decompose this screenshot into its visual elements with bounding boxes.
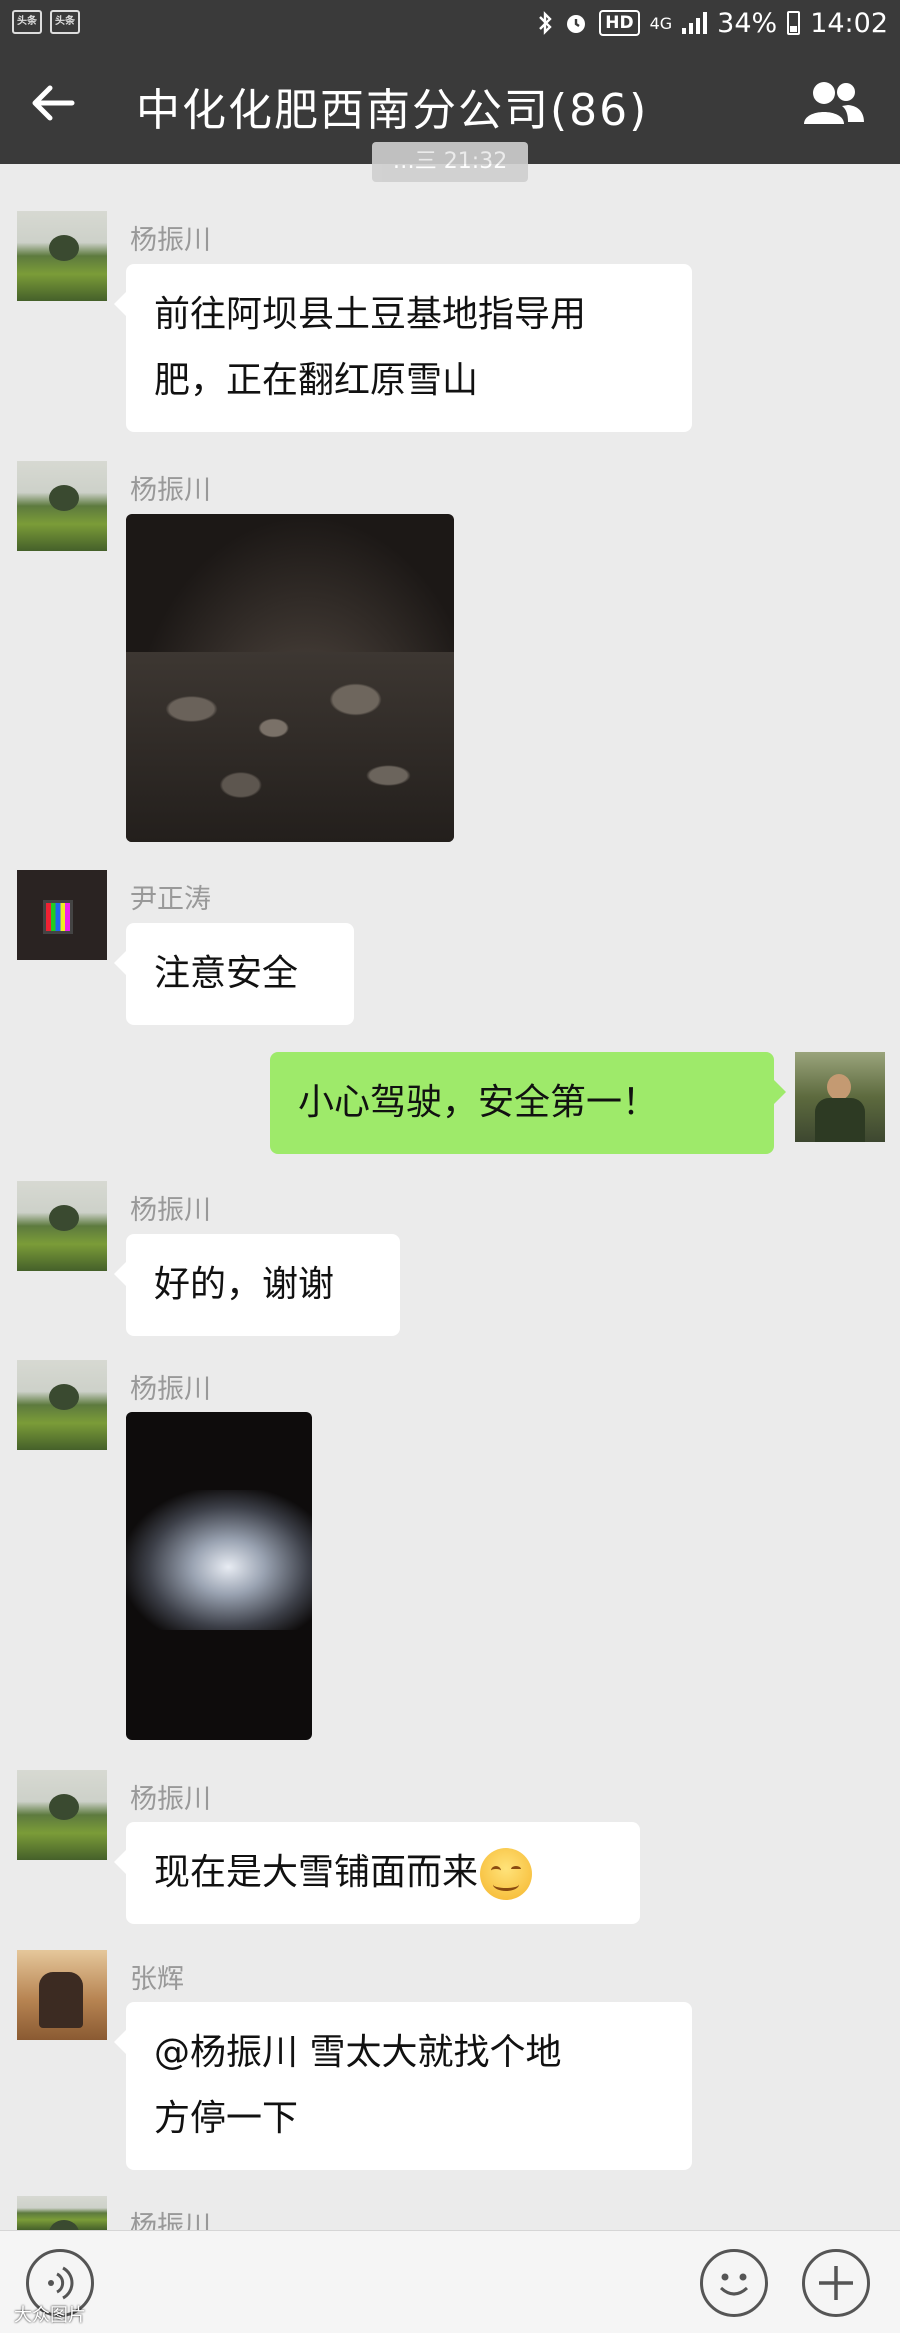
avatar[interactable] bbox=[17, 870, 107, 960]
avatar[interactable] bbox=[17, 1770, 107, 1860]
alarm-icon bbox=[567, 15, 586, 33]
sender-name: 张辉 bbox=[130, 1964, 184, 1995]
sender-name: 杨振川 bbox=[130, 1374, 211, 1405]
message-text-line: 方停一下 bbox=[154, 2098, 299, 2139]
network-type-label: 4G bbox=[649, 13, 673, 33]
sender-name: 杨振川 bbox=[130, 225, 211, 256]
smiling-face-icon bbox=[480, 1848, 533, 1900]
avatar[interactable] bbox=[17, 211, 107, 301]
signal-icon bbox=[682, 12, 708, 34]
sender-name: 杨振川 bbox=[130, 475, 211, 506]
battery-icon bbox=[787, 11, 801, 35]
message-bubble[interactable]: 好的，谢谢 bbox=[114, 1234, 400, 1336]
status-bar: 头条 头条 HD 4G 34% 14:02 bbox=[0, 0, 900, 46]
message-text-line: 前往阿坝县土豆基地指导用 bbox=[154, 294, 587, 335]
photo-message[interactable] bbox=[126, 514, 454, 842]
message-text: 小心驾驶，安全第一！ bbox=[298, 1082, 659, 1123]
group-members-icon[interactable] bbox=[802, 78, 866, 130]
avatar[interactable] bbox=[17, 1360, 107, 1450]
message-bubble[interactable]: 注意安全 bbox=[114, 923, 354, 1025]
message-bubble[interactable]: 现在是大雪铺面而来 bbox=[114, 1822, 640, 1924]
my-avatar[interactable] bbox=[795, 1052, 885, 1142]
message-text: 注意安全 bbox=[154, 953, 299, 994]
bluetooth-icon bbox=[539, 11, 552, 35]
message-text-line: @杨振川 雪太大就找个地 bbox=[154, 2032, 562, 2073]
emoji-button[interactable] bbox=[700, 2249, 768, 2317]
notification-app-icon: 头条 bbox=[12, 10, 42, 34]
time-divider: …三 21:32 bbox=[372, 142, 528, 182]
avatar[interactable] bbox=[17, 2196, 107, 2230]
avatar[interactable] bbox=[17, 1181, 107, 1271]
back-arrow-icon[interactable] bbox=[30, 80, 76, 126]
sender-name: 杨振川 bbox=[130, 2211, 211, 2230]
message-text: 好的，谢谢 bbox=[154, 1264, 335, 1305]
message-text-line: 肥，正在翻红原雪山 bbox=[154, 360, 479, 401]
sender-name: 尹正涛 bbox=[130, 884, 211, 915]
avatar[interactable] bbox=[17, 1950, 107, 2040]
video-content bbox=[126, 1490, 312, 1630]
watermark: 大众图片 bbox=[14, 2305, 86, 2326]
hd-badge: HD bbox=[599, 10, 640, 36]
sender-name: 杨振川 bbox=[130, 1195, 211, 1226]
photo-content bbox=[126, 651, 454, 842]
message-bubble[interactable]: @杨振川 雪太大就找个地 方停一下 bbox=[114, 2002, 692, 2170]
battery-percent: 34% bbox=[717, 7, 778, 39]
my-message-bubble[interactable]: 小心驾驶，安全第一！ bbox=[270, 1052, 786, 1154]
video-message[interactable] bbox=[126, 1412, 312, 1740]
message-text: 现在是大雪铺面而来 bbox=[154, 1852, 479, 1893]
message-bubble[interactable]: 前往阿坝县土豆基地指导用 肥，正在翻红原雪山 bbox=[114, 264, 692, 432]
input-bar: 大众图片 bbox=[0, 2230, 900, 2333]
group-title: 中化化肥西南分公司(86) bbox=[136, 85, 649, 136]
tv-icon bbox=[43, 900, 73, 934]
avatar[interactable] bbox=[17, 461, 107, 551]
smiley-icon bbox=[719, 2273, 749, 2296]
more-button[interactable] bbox=[802, 2249, 870, 2317]
notification-app-icon: 头条 bbox=[50, 10, 80, 34]
sender-name: 杨振川 bbox=[130, 1784, 211, 1815]
clock: 14:02 bbox=[810, 7, 888, 39]
plus-icon bbox=[819, 2266, 853, 2300]
